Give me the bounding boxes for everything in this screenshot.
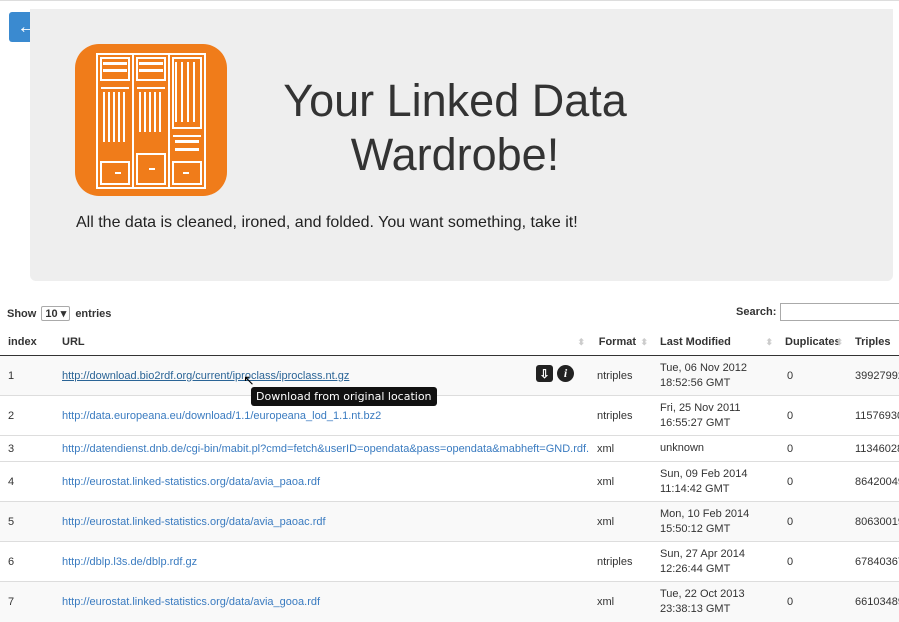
dataset-url-link[interactable]: http://dblp.l3s.de/dblp.rdf.gz	[62, 556, 197, 568]
row-modified-date: Tue, 06 Nov 2012	[660, 361, 748, 374]
row-duplicates: 0	[777, 395, 847, 436]
row-modified-date: Fri, 25 Nov 2011	[660, 401, 741, 414]
dataset-url-link[interactable]: http://eurostat.linked-statistics.org/da…	[62, 516, 326, 528]
row-format: ntriples	[589, 395, 652, 436]
table-row: 1 http://download.bio2rdf.org/current/ip…	[0, 355, 899, 396]
row-modified-time: 12:26:44 GMT	[660, 562, 731, 575]
row-modified-date: Tue, 22 Oct 2013	[660, 587, 745, 600]
row-triples: 113460282	[847, 435, 899, 462]
row-modified-date: Sun, 09 Feb 2014	[660, 467, 748, 480]
row-duplicates: 0	[777, 355, 847, 396]
page-length-control: Show 10 ▾ entries	[7, 306, 111, 321]
row-duplicates: 0	[777, 501, 847, 542]
show-label: Show	[7, 308, 37, 320]
row-modified-date: unknown	[660, 442, 705, 454]
table-row: 7 http://eurostat.linked-statistics.org/…	[0, 581, 899, 622]
row-duplicates: 0	[777, 541, 847, 582]
page-title: Your Linked Data Wardrobe!	[283, 75, 627, 180]
row-format: xml	[589, 581, 652, 622]
sort-icon: ⬍	[577, 337, 585, 347]
row-modified-time: 18:52:56 GMT	[660, 376, 731, 389]
row-index: 2	[0, 395, 54, 436]
row-duplicates: 0	[777, 461, 847, 502]
column-header-triples[interactable]: Triples	[847, 328, 899, 356]
row-triples: 115769300	[847, 395, 899, 436]
column-header-format[interactable]: Format ⬍	[589, 328, 652, 356]
row-index: 5	[0, 501, 54, 542]
row-index: 1	[0, 355, 54, 396]
row-format: ntriples	[589, 541, 652, 582]
row-format: xml	[589, 435, 652, 462]
dataset-url-link[interactable]: http://datendienst.dnb.de/cgi-bin/mabit.…	[62, 443, 589, 455]
dataset-url-link[interactable]: http://download.bio2rdf.org/current/ipro…	[62, 370, 349, 382]
row-actions: ⇩ i	[536, 365, 574, 382]
table-row: 2 http://data.europeana.eu/download/1.1/…	[0, 395, 899, 436]
download-tooltip: Download from original location	[251, 387, 437, 406]
info-icon[interactable]: i	[557, 365, 574, 382]
row-index: 4	[0, 461, 54, 502]
top-border	[0, 0, 899, 9]
dataset-url-link[interactable]: http://data.europeana.eu/download/1.1/eu…	[62, 410, 381, 422]
sort-icon: ⬍	[640, 337, 648, 347]
row-index: 6	[0, 541, 54, 582]
row-format: xml	[589, 461, 652, 502]
row-modified-time: 15:50:12 GMT	[660, 522, 731, 535]
wardrobe-logo-icon	[75, 44, 227, 196]
page-lead: All the data is cleaned, ironed, and fol…	[76, 214, 578, 231]
search-label: Search:	[736, 306, 777, 318]
entries-label: entries	[75, 308, 112, 320]
sort-icon: ⬍	[835, 337, 843, 347]
column-header-duplicates[interactable]: Duplicates ⬍	[777, 328, 847, 356]
row-format: ntriples	[589, 355, 652, 396]
chevron-down-icon: ▾	[60, 308, 67, 320]
row-format: xml	[589, 501, 652, 542]
table-row: 4 http://eurostat.linked-statistics.org/…	[0, 461, 899, 502]
column-header-last-modified[interactable]: Last Modified ⬍	[652, 328, 777, 356]
column-header-index[interactable]: index	[0, 328, 54, 356]
row-triples: 806300193	[847, 501, 899, 542]
row-duplicates: 0	[777, 435, 847, 462]
row-modified-date: Mon, 10 Feb 2014	[660, 507, 750, 520]
table-row: 6 http://dblp.l3s.de/dblp.rdf.gz ntriple…	[0, 541, 899, 582]
row-modified-time: 23:38:13 GMT	[660, 602, 731, 615]
row-triples: 661034892	[847, 581, 899, 622]
table-row: 5 http://eurostat.linked-statistics.org/…	[0, 501, 899, 542]
datasets-table: index URL ⬍ Format ⬍ Last Modified ⬍ Duplic…	[0, 328, 899, 622]
row-modified-time: 11:14:42 GMT	[660, 482, 730, 495]
row-index: 7	[0, 581, 54, 622]
table-row: 3 http://datendienst.dnb.de/cgi-bin/mabi…	[0, 435, 899, 462]
search-control: Search:	[736, 303, 899, 321]
row-duplicates: 0	[777, 581, 847, 622]
dataset-url-link[interactable]: http://eurostat.linked-statistics.org/da…	[62, 596, 320, 608]
row-index: 3	[0, 435, 54, 462]
download-icon[interactable]: ⇩	[536, 365, 553, 382]
row-triples: 864200493	[847, 461, 899, 502]
search-input[interactable]	[780, 303, 899, 321]
row-triples: 399279925	[847, 355, 899, 396]
page-length-select[interactable]: 10 ▾	[41, 306, 71, 321]
row-triples: 678403675	[847, 541, 899, 582]
sort-icon: ⬍	[765, 337, 773, 347]
dataset-url-link[interactable]: http://eurostat.linked-statistics.org/da…	[62, 476, 320, 488]
row-modified-time: 16:55:27 GMT	[660, 416, 731, 429]
column-header-url[interactable]: URL ⬍	[54, 328, 589, 356]
row-modified-date: Sun, 27 Apr 2014	[660, 547, 746, 560]
